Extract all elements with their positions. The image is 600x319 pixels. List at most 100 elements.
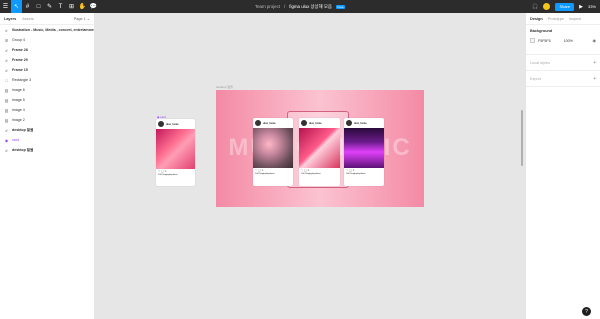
- layer-item[interactable]: # Frame 29: [0, 55, 94, 65]
- tab-layers[interactable]: Layers: [4, 17, 16, 21]
- desktop-card[interactable]: ulux_home ♡ ◯ ✈ 100 Singleplayilemo: [253, 118, 293, 186]
- layer-type-icon: #: [5, 147, 8, 153]
- layer-item[interactable]: # desktop 일을: [0, 125, 94, 135]
- tab-design[interactable]: Design: [530, 17, 543, 21]
- layer-name: Frame 28: [12, 48, 28, 52]
- background-title: Background: [530, 29, 553, 33]
- layers-panel: Layers Assets Page 1 ⌄ # Illustration - M…: [0, 13, 95, 319]
- card-username: ulux_home: [309, 121, 322, 125]
- page-selector[interactable]: Page 1 ⌄: [74, 16, 90, 21]
- headphones-icon[interactable]: 🎧: [532, 4, 538, 10]
- layer-type-icon: #: [5, 47, 8, 53]
- layer-type-icon: #: [5, 27, 8, 33]
- plan-badge: Free: [335, 4, 346, 9]
- card-image: [253, 128, 293, 168]
- local-styles-title: Local styles: [530, 60, 550, 65]
- layer-name: desktop 일을: [12, 127, 34, 132]
- add-style-plus-icon[interactable]: +: [593, 60, 596, 66]
- resources-tool-icon[interactable]: ⊞: [66, 0, 77, 13]
- project-name[interactable]: Team project: [255, 4, 280, 9]
- background-swatch[interactable]: [530, 38, 535, 43]
- layer-type-icon: ▨: [4, 107, 9, 113]
- layer-name: image 6: [12, 88, 25, 92]
- card-username: ulux_home: [166, 122, 179, 126]
- layer-item[interactable]: # Frame 15: [0, 65, 94, 75]
- layer-name: Rectangle 3: [12, 78, 32, 82]
- title-separator: /: [284, 4, 286, 9]
- export-title: Export: [530, 76, 541, 81]
- file-name[interactable]: figma ulux 상상해 모음: [289, 4, 332, 10]
- pen-tool-icon[interactable]: ✎: [44, 0, 55, 13]
- card-header: ulux_home: [253, 118, 293, 128]
- card-header: ulux_home: [156, 119, 195, 129]
- layer-item[interactable]: ▨ image 5: [0, 95, 94, 105]
- layer-type-icon: ▨: [4, 97, 9, 103]
- frame-tool-icon[interactable]: #: [22, 0, 33, 13]
- layer-name: Frame 15: [12, 68, 28, 72]
- background-section: Background F5F5F5 100% ◉: [526, 25, 600, 55]
- layer-item[interactable]: # Frame 28: [0, 45, 94, 55]
- card-caption: 100 Singleplayilemo: [158, 174, 178, 176]
- help-button[interactable]: ?: [582, 307, 591, 316]
- background-hex[interactable]: F5F5F5: [538, 39, 551, 43]
- layer-list: # Illustration - Music, Media , concert, …: [0, 25, 94, 155]
- text-tool-icon[interactable]: T: [55, 0, 66, 13]
- toolbar-right: 🎧 Share ▶ 33%: [532, 0, 596, 13]
- local-styles-section: Local styles +: [526, 55, 600, 71]
- zoom-level[interactable]: 33%: [588, 4, 596, 9]
- card-caption: 100 Singleplayilemo: [301, 173, 321, 175]
- play-icon[interactable]: ▶: [579, 4, 583, 10]
- visibility-eye-icon[interactable]: ◉: [593, 38, 597, 43]
- tab-assets[interactable]: Assets: [22, 17, 33, 21]
- avatar: [301, 120, 307, 126]
- avatar[interactable]: [543, 3, 551, 10]
- tab-prototype[interactable]: Prototype: [548, 17, 564, 21]
- share-button[interactable]: Share: [555, 2, 575, 11]
- mobile-card[interactable]: ulux_home ♡ ◯ ✈ 100 Singleplayilemo: [156, 119, 195, 186]
- desktop-card[interactable]: ulux_home ♡ ◯ ✈ 100 Singleplayilemo: [344, 118, 384, 186]
- add-export-plus-icon[interactable]: +: [593, 76, 596, 82]
- layer-name: Illustration - Music, Media , concert, e…: [11, 28, 94, 32]
- layer-name: image 5: [12, 98, 25, 102]
- layer-item[interactable]: ▨ image 6: [0, 85, 94, 95]
- layer-item[interactable]: # Illustration - Music, Media , concert, …: [0, 25, 94, 35]
- frame-label[interactable]: desktop 일을: [216, 85, 233, 89]
- layer-name: image 2: [12, 118, 25, 122]
- background-fill-row: F5F5F5 100% ◉: [530, 38, 596, 43]
- layer-item[interactable]: # desktop 일을: [0, 145, 94, 155]
- left-tabs: Layers Assets Page 1 ⌄: [0, 13, 94, 25]
- hand-tool-icon[interactable]: ✋: [77, 0, 88, 13]
- comment-tool-icon[interactable]: 💬: [88, 0, 99, 13]
- shape-tool-icon[interactable]: □: [33, 0, 44, 13]
- layer-item[interactable]: ◆ card: [0, 135, 94, 145]
- layer-name: card: [12, 138, 19, 142]
- card-image: [344, 128, 384, 168]
- avatar: [158, 121, 164, 127]
- card-username: ulux_home: [263, 121, 276, 125]
- layer-type-icon: □: [5, 77, 8, 83]
- tab-inspect[interactable]: Inspect: [569, 17, 581, 21]
- move-tool-icon[interactable]: ↖: [11, 0, 22, 13]
- background-opacity[interactable]: 100%: [564, 39, 573, 43]
- layer-item[interactable]: ⊞ Group 4: [0, 35, 94, 45]
- desktop-card[interactable]: ulux_home ♡ ◯ ✈ 100 Singleplayilemo: [299, 118, 340, 186]
- layer-name: Group 4: [12, 38, 25, 42]
- card-caption: 100 Singleplayilemo: [346, 173, 366, 175]
- design-panel: Design Prototype Inspect Background F5F5…: [525, 13, 600, 319]
- layer-type-icon: ◆: [4, 137, 9, 143]
- avatar: [346, 120, 352, 126]
- card-caption: 100 Singleplayilemo: [255, 173, 275, 175]
- card-image: [299, 128, 340, 168]
- layer-name: image 4: [12, 108, 25, 112]
- layer-type-icon: #: [5, 67, 8, 73]
- layer-type-icon: ▨: [4, 87, 9, 93]
- layer-name: desktop 일을: [12, 147, 34, 152]
- layer-item[interactable]: ▨ image 4: [0, 105, 94, 115]
- vertical-scrollbar[interactable]: [521, 110, 523, 166]
- avatar: [255, 120, 261, 126]
- layer-item[interactable]: ▨ image 2: [0, 115, 94, 125]
- layer-item[interactable]: □ Rectangle 3: [0, 75, 94, 85]
- right-tabs: Design Prototype Inspect: [526, 13, 600, 25]
- layer-type-icon: ⊞: [4, 37, 9, 43]
- main-menu-icon[interactable]: ☰: [0, 0, 11, 13]
